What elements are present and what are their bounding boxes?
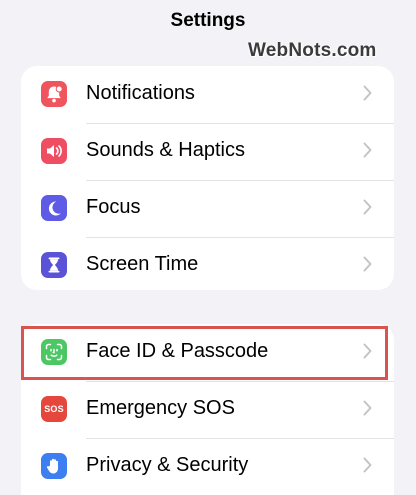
- settings-item-notifications[interactable]: Notifications: [21, 66, 394, 123]
- settings-item-privacy-security[interactable]: Privacy & Security: [21, 438, 394, 495]
- chevron-right-icon: [363, 343, 372, 359]
- page-title: Settings: [170, 10, 246, 31]
- chevron-right-icon: [363, 142, 372, 158]
- chevron-right-icon: [363, 85, 372, 101]
- speaker-icon: [41, 138, 67, 164]
- chevron-right-icon: [363, 400, 372, 416]
- settings-item-label: Screen Time: [86, 253, 199, 275]
- settings-item-label: Face ID & Passcode: [86, 340, 269, 362]
- settings-item-emergency-sos[interactable]: SOS Emergency SOS: [21, 381, 394, 438]
- chevron-right-icon: [363, 199, 372, 215]
- moon-icon: [41, 195, 67, 221]
- sos-icon: SOS: [41, 396, 67, 422]
- bell-icon: [41, 81, 67, 107]
- settings-item-label: Sounds & Haptics: [86, 139, 245, 161]
- settings-group-security: Face ID & Passcode SOS Emergency SOS Pri…: [21, 324, 394, 495]
- settings-item-label: Focus: [86, 196, 141, 218]
- face-id-icon: [41, 339, 67, 365]
- hand-icon: [41, 453, 67, 479]
- settings-item-face-id-passcode[interactable]: Face ID & Passcode: [21, 324, 394, 381]
- settings-item-sounds-haptics[interactable]: Sounds & Haptics: [21, 123, 394, 180]
- watermark: WebNots.com: [248, 40, 377, 61]
- settings-item-label: Privacy & Security: [86, 454, 249, 476]
- settings-item-label: Emergency SOS: [86, 397, 235, 419]
- chevron-right-icon: [363, 457, 372, 473]
- settings-item-screen-time[interactable]: Screen Time: [21, 237, 394, 294]
- hourglass-icon: [41, 252, 67, 278]
- settings-item-label: Notifications: [86, 82, 195, 104]
- settings-item-focus[interactable]: Focus: [21, 180, 394, 237]
- chevron-right-icon: [363, 256, 372, 272]
- sos-icon-text: SOS: [44, 404, 64, 414]
- settings-group-general: Notifications Sounds & Haptics Focus Scr…: [21, 66, 394, 290]
